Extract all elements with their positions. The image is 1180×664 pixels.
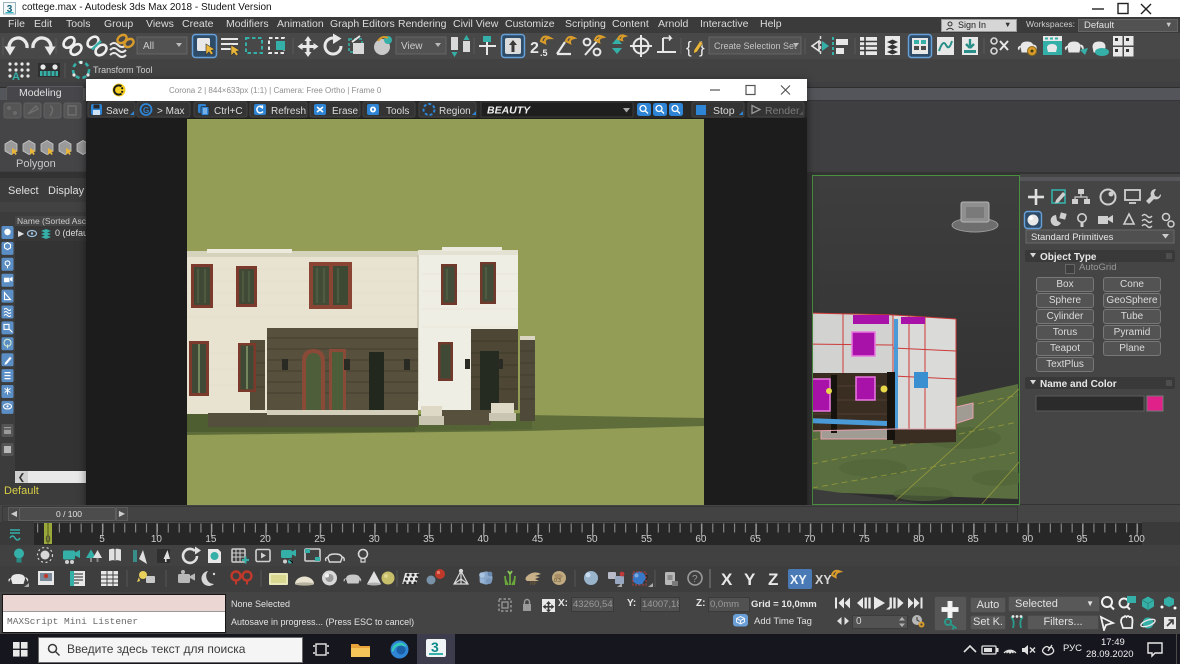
svg-text:All: All xyxy=(143,41,154,52)
svg-text:100: 100 xyxy=(1128,534,1145,545)
svg-text:0: 0 xyxy=(45,534,50,544)
svg-text:Y: Y xyxy=(744,570,756,589)
svg-text:Save: Save xyxy=(106,106,129,117)
svg-text:45: 45 xyxy=(532,534,544,545)
svg-text:5: 5 xyxy=(99,534,105,545)
svg-text:> Max: > Max xyxy=(157,106,185,117)
svg-text:40: 40 xyxy=(478,534,490,545)
svg-text:0.3: 0.3 xyxy=(554,578,561,584)
svg-text:Standard Primitives: Standard Primitives xyxy=(1031,232,1114,243)
svg-text:Name and Color: Name and Color xyxy=(1040,379,1117,390)
svg-text:60: 60 xyxy=(695,534,707,545)
svg-text:Render: Render xyxy=(765,105,800,117)
svg-text:10: 10 xyxy=(151,534,163,545)
svg-text:55: 55 xyxy=(641,534,653,545)
svg-text:25: 25 xyxy=(314,534,326,545)
svg-text:Z: Z xyxy=(768,570,778,589)
svg-text:75: 75 xyxy=(859,534,871,545)
svg-text:A: A xyxy=(12,71,20,82)
svg-text:90: 90 xyxy=(1022,534,1034,545)
svg-text:Erase: Erase xyxy=(332,106,359,117)
svg-text:80: 80 xyxy=(913,534,925,545)
svg-text:Stop: Stop xyxy=(713,105,735,117)
svg-text:70: 70 xyxy=(804,534,816,545)
svg-text:?: ? xyxy=(692,574,698,585)
svg-text:3: 3 xyxy=(7,4,13,15)
svg-text:XY: XY xyxy=(790,573,807,587)
svg-text:Refresh: Refresh xyxy=(271,106,306,117)
svg-text:G: G xyxy=(143,106,149,115)
svg-text:35: 35 xyxy=(423,534,435,545)
svg-text:15: 15 xyxy=(205,534,217,545)
svg-text:.5: .5 xyxy=(540,48,548,58)
svg-text:XY: XY xyxy=(815,573,832,587)
svg-text:Create Selection Set: Create Selection Set xyxy=(714,41,797,51)
svg-text:HF: HF xyxy=(530,581,537,587)
svg-text:85: 85 xyxy=(968,534,980,545)
svg-text:30: 30 xyxy=(369,534,381,545)
svg-text:View: View xyxy=(401,41,423,52)
svg-text:{: { xyxy=(686,38,692,57)
svg-text:95: 95 xyxy=(1076,534,1088,545)
svg-text:Tools: Tools xyxy=(386,106,409,117)
svg-text:2: 2 xyxy=(530,40,539,57)
svg-text:20: 20 xyxy=(260,534,272,545)
svg-text:Ctrl+C: Ctrl+C xyxy=(214,106,243,117)
svg-text:Region: Region xyxy=(439,106,471,117)
svg-text:50: 50 xyxy=(586,534,598,545)
svg-text:65: 65 xyxy=(750,534,762,545)
svg-text:X: X xyxy=(721,570,733,589)
svg-text:BEAUTY: BEAUTY xyxy=(487,105,531,117)
